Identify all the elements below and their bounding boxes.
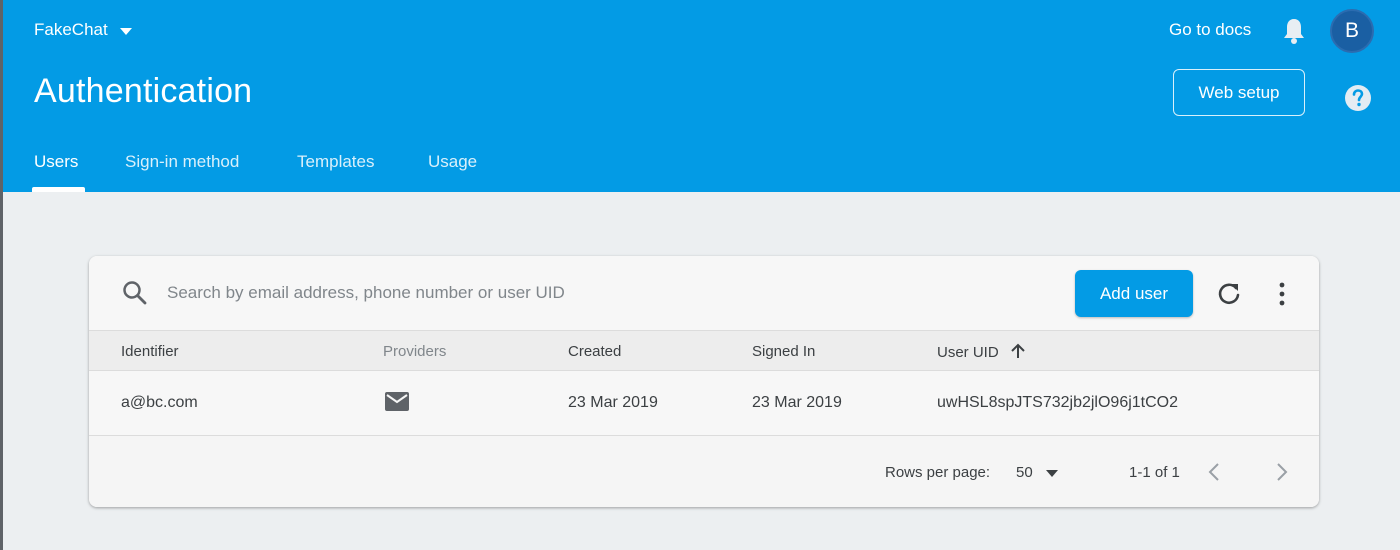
more-vert-icon[interactable] bbox=[1272, 281, 1292, 312]
column-header-user-uid-label: User UID bbox=[937, 344, 999, 361]
project-name: FakeChat bbox=[34, 20, 108, 39]
table-header: Identifier Providers Created Signed In U… bbox=[89, 330, 1319, 371]
bell-icon[interactable] bbox=[1282, 17, 1306, 50]
chevron-right-icon[interactable] bbox=[1276, 462, 1288, 487]
search-bar: Add user bbox=[89, 256, 1319, 330]
help-icon[interactable] bbox=[1344, 84, 1372, 117]
refresh-icon[interactable] bbox=[1216, 281, 1242, 312]
project-selector[interactable]: FakeChat bbox=[34, 20, 132, 40]
rows-per-page-value: 50 bbox=[1016, 464, 1033, 481]
pagination-range: 1-1 of 1 bbox=[1129, 464, 1180, 481]
search-input[interactable] bbox=[167, 278, 867, 308]
pagination-bar: Rows per page: 50 1-1 of 1 bbox=[89, 437, 1319, 507]
tab-bar: Users Sign-in method Templates Usage bbox=[3, 150, 803, 192]
mail-icon bbox=[385, 392, 409, 416]
cell-user-uid: uwHSL8spJTS732jb2jlO96j1tCO2 bbox=[937, 394, 1179, 411]
cell-signed-in: 23 Mar 2019 bbox=[752, 394, 842, 411]
cell-created: 23 Mar 2019 bbox=[568, 394, 658, 411]
active-tab-indicator bbox=[32, 187, 85, 192]
column-header-identifier[interactable]: Identifier bbox=[121, 343, 179, 360]
chevron-down-icon bbox=[1045, 464, 1058, 481]
column-header-providers: Providers bbox=[383, 343, 447, 360]
column-header-signed-in[interactable]: Signed In bbox=[752, 343, 815, 360]
column-header-created[interactable]: Created bbox=[568, 343, 621, 360]
add-user-button[interactable]: Add user bbox=[1075, 270, 1193, 317]
web-setup-button[interactable]: Web setup bbox=[1173, 69, 1305, 116]
rows-per-page-select[interactable]: 50 bbox=[1016, 464, 1058, 481]
cell-identifier: a@bc.com bbox=[121, 394, 198, 411]
chevron-left-icon[interactable] bbox=[1208, 462, 1220, 487]
arrow-up-icon bbox=[1011, 343, 1025, 363]
search-icon bbox=[122, 280, 148, 311]
rows-per-page-label: Rows per page: bbox=[885, 464, 991, 481]
column-header-user-uid[interactable]: User UID bbox=[937, 343, 1025, 363]
avatar[interactable]: B bbox=[1330, 9, 1374, 53]
tab-sign-in-method[interactable]: Sign-in method bbox=[125, 152, 239, 172]
app-header: FakeChat Go to docs B Authentication Web… bbox=[3, 0, 1400, 192]
table-row[interactable]: a@bc.com 23 Mar 2019 23 Mar 2019 uwHSL8s… bbox=[89, 371, 1319, 436]
go-to-docs-link[interactable]: Go to docs bbox=[1169, 20, 1251, 40]
tab-templates[interactable]: Templates bbox=[297, 152, 374, 172]
users-card: Add user Identifier Providers Created Si… bbox=[89, 256, 1319, 507]
tab-users[interactable]: Users bbox=[34, 152, 78, 172]
page-title: Authentication bbox=[34, 72, 253, 110]
tab-usage[interactable]: Usage bbox=[428, 152, 477, 172]
chevron-down-icon bbox=[119, 20, 132, 40]
